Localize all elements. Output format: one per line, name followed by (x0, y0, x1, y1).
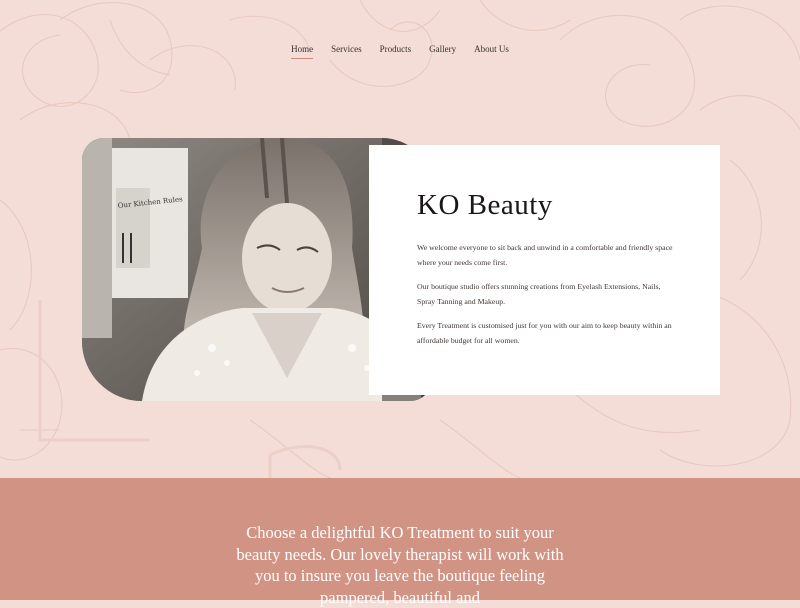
nav-about-us[interactable]: About Us (474, 44, 509, 59)
intro-paragraph-welcome: We welcome everyone to sit back and unwi… (417, 243, 673, 268)
nav-services[interactable]: Services (331, 44, 362, 59)
intro-paragraph-studio: Our boutique studio offers stunning crea… (417, 281, 661, 307)
treatment-band: Choose a delightful KO Treatment to suit… (0, 478, 800, 607)
nav-gallery[interactable]: Gallery (429, 44, 456, 59)
nav-home[interactable]: Home (291, 44, 314, 59)
page-title: KO Beauty (417, 189, 553, 221)
treatment-band-text: Choose a delightful KO Treatment to suit… (236, 523, 564, 607)
intro-paragraph-treatment: Every Treatment is customised just for y… (417, 320, 672, 346)
intro-copy: We welcome everyone to sit back and unwi… (417, 240, 677, 356)
nav-products[interactable]: Products (380, 44, 412, 59)
main-nav: Home Services Products Gallery About Us (0, 44, 800, 59)
intro-card: KO Beauty We welcome everyone to sit bac… (369, 145, 720, 395)
